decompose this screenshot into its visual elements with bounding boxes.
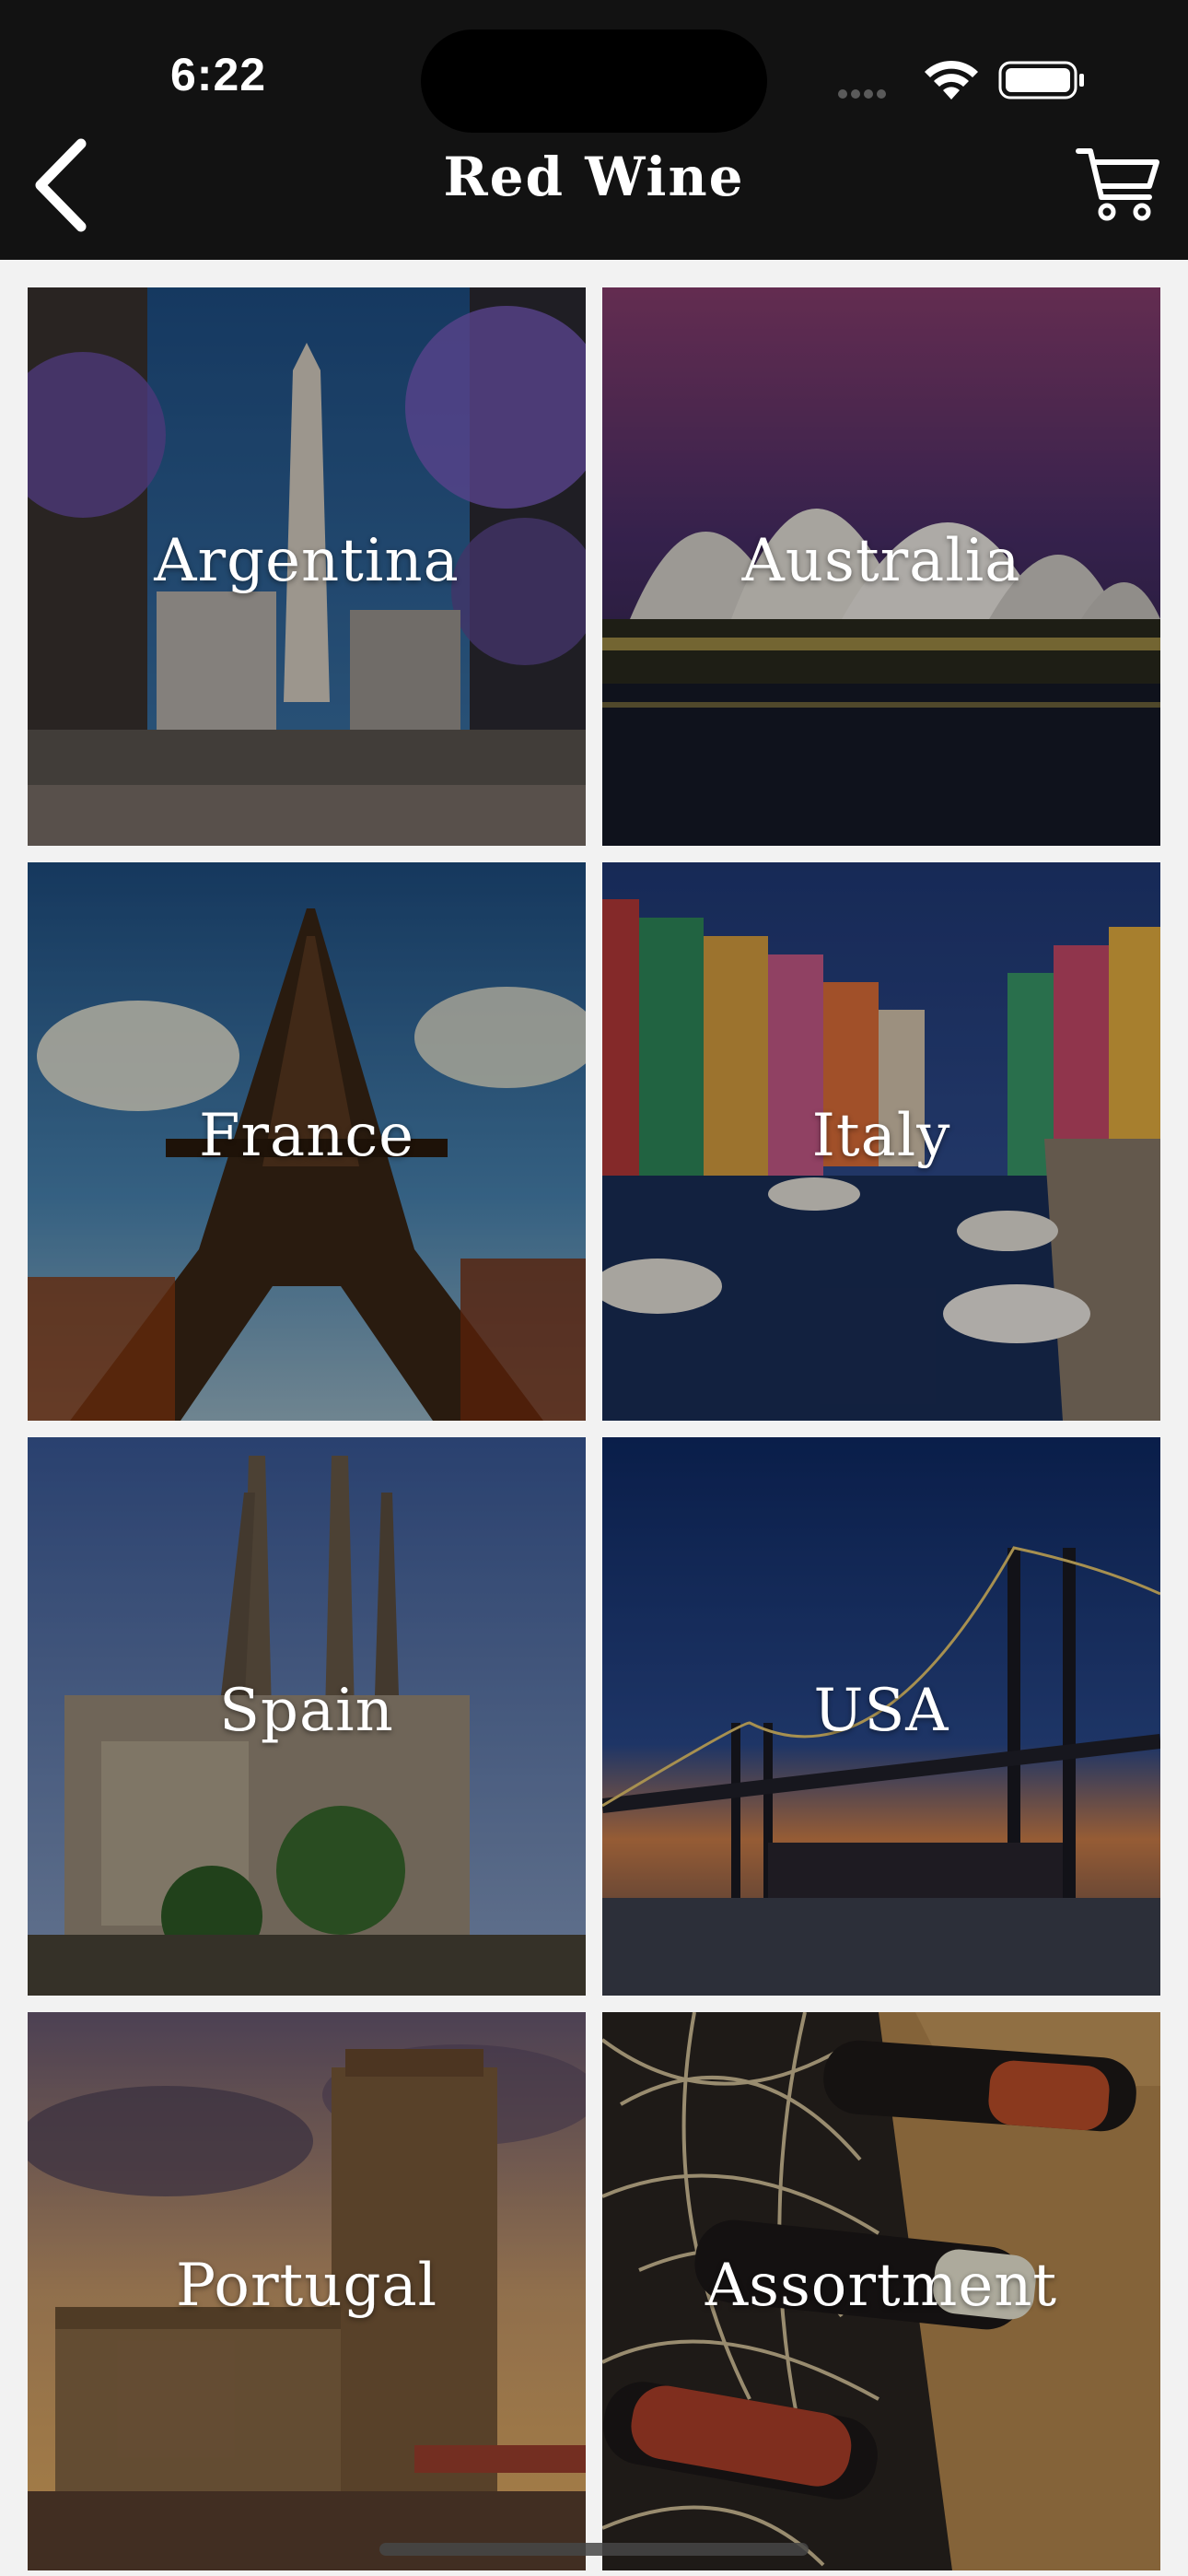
navigation-bar: 6:22 Red Wine bbox=[0, 0, 1188, 260]
dynamic-island bbox=[421, 29, 767, 133]
region-tile-usa[interactable]: USA bbox=[602, 1437, 1160, 1996]
region-label: Portugal bbox=[175, 2252, 438, 2320]
region-label: Italy bbox=[811, 1102, 951, 1170]
region-tile-australia[interactable]: Australia bbox=[602, 287, 1160, 846]
status-icons bbox=[838, 59, 1087, 101]
region-grid: Argentina Australia France Italy Spain U… bbox=[28, 287, 1160, 2570]
region-label: USA bbox=[813, 1677, 949, 1745]
region-label: France bbox=[198, 1102, 415, 1170]
home-indicator[interactable] bbox=[379, 2543, 809, 2556]
signal-icon bbox=[838, 87, 890, 103]
region-tile-portugal[interactable]: Portugal bbox=[28, 2012, 586, 2570]
region-tile-assortment[interactable]: Assortment bbox=[602, 2012, 1160, 2570]
region-tile-argentina[interactable]: Argentina bbox=[28, 287, 586, 846]
battery-icon bbox=[998, 61, 1084, 100]
region-label: Spain bbox=[219, 1677, 394, 1745]
region-tile-france[interactable]: France bbox=[28, 862, 586, 1421]
region-label: Australia bbox=[741, 527, 1021, 595]
page-title: Red Wine bbox=[443, 146, 745, 208]
cart-icon[interactable] bbox=[1076, 146, 1160, 223]
region-tile-italy[interactable]: Italy bbox=[602, 862, 1160, 1421]
region-label: Assortment bbox=[705, 2252, 1058, 2320]
region-tile-spain[interactable]: Spain bbox=[28, 1437, 586, 1996]
wifi-icon bbox=[925, 60, 978, 100]
region-label: Argentina bbox=[154, 527, 460, 595]
status-time: 6:22 bbox=[170, 49, 267, 100]
